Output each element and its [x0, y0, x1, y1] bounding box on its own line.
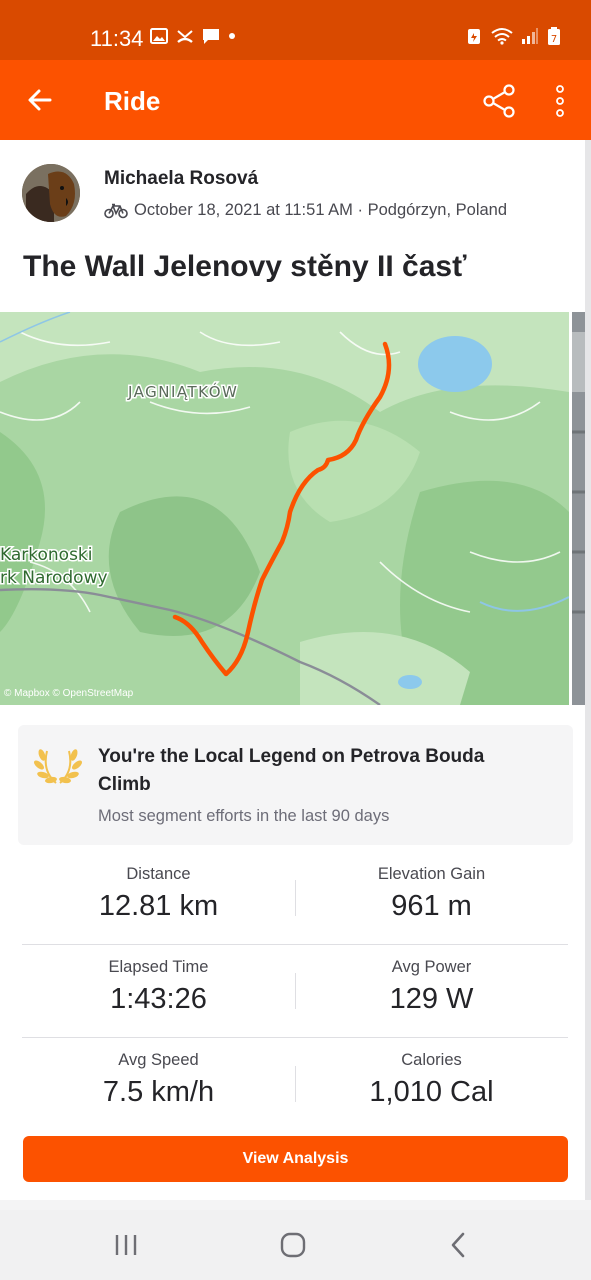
status-icons-right: 7 [465, 27, 561, 45]
stat-avg-speed: Avg Speed 7.5 km/h [22, 1038, 295, 1131]
activity-card: Michaela Rosová October 18, 2021 at 11:5… [0, 140, 591, 1200]
stat-label: Avg Speed [118, 1051, 199, 1069]
avatar-photo [22, 164, 80, 222]
dot-icon [229, 33, 235, 39]
app-bar: Ride [0, 60, 591, 140]
home-button[interactable] [273, 1228, 313, 1262]
map-label-village: JAGNIĄTKÓW [127, 382, 238, 401]
recents-icon [115, 1235, 137, 1255]
stat-row: Distance 12.81 km Elevation Gain 961 m [22, 852, 568, 945]
battery-icon: 7 [548, 27, 560, 45]
system-nav-bar [0, 1210, 591, 1280]
stat-value: 12.81 km [98, 890, 219, 922]
status-bar: 11:34 7 [0, 0, 591, 60]
activity-meta: October 18, 2021 at 11:51 AM · Podgórzyn… [104, 201, 507, 220]
stats-grid: Distance 12.81 km Elevation Gain 961 m E… [22, 852, 568, 1131]
share-button[interactable] [478, 80, 520, 122]
laurel-icon [34, 749, 82, 784]
nav-back-button[interactable] [438, 1228, 478, 1262]
stat-label: Distance [126, 865, 191, 883]
stat-row: Elapsed Time 1:43:26 Avg Power 129 W [22, 945, 568, 1038]
stat-avg-power: Avg Power 129 W [295, 945, 568, 1038]
recents-button[interactable] [106, 1228, 146, 1262]
stat-value: 1:43:26 [110, 983, 207, 1015]
map-attribution: © Mapbox © OpenStreetMap [4, 688, 134, 699]
stat-elapsed-time: Elapsed Time 1:43:26 [22, 945, 295, 1038]
activity-detail[interactable]: Michaela Rosová October 18, 2021 at 11:5… [0, 140, 591, 1210]
status-icons-left [150, 27, 236, 45]
map-graphic: JAGNIĄTKÓW Karkonoski rk Narodowy [0, 312, 569, 705]
activity-title: The Wall Jelenovy stěny II časť [23, 250, 467, 283]
more-options-button[interactable] [544, 80, 576, 122]
stat-label: Elapsed Time [108, 958, 209, 976]
page-title: Ride [104, 86, 161, 116]
missed-call-icon [177, 30, 193, 43]
battery-saver-icon [468, 29, 480, 44]
arrow-left-icon [28, 89, 52, 111]
home-icon [280, 1232, 306, 1258]
status-time: 11:34 [90, 26, 144, 51]
stat-label: Elevation Gain [377, 865, 486, 883]
wifi-icon [491, 28, 513, 45]
svg-text:7: 7 [551, 34, 557, 45]
stat-elevation-gain: Elevation Gain 961 m [295, 852, 568, 945]
scrollbar [585, 140, 591, 1200]
local-legend-banner[interactable]: You're the Local Legend on Petrova Bouda… [18, 725, 573, 845]
route-map[interactable]: JAGNIĄTKÓW Karkonoski rk Narodowy © Mapb… [0, 312, 569, 705]
local-legend-title: You're the Local Legend on Petrova Bouda… [98, 746, 485, 795]
stat-calories: Calories 1,010 Cal [295, 1038, 568, 1131]
local-legend-subtitle: Most segment efforts in the last 90 days [98, 807, 390, 825]
date-location: October 18, 2021 at 11:51 AM · Podgórzyn… [134, 201, 508, 219]
athlete-name[interactable]: Michaela Rosová [104, 168, 258, 190]
image-icon [150, 28, 168, 44]
stat-row: Avg Speed 7.5 km/h Calories 1,010 Cal [22, 1038, 568, 1131]
share-icon [483, 84, 515, 118]
stat-value: 961 m [391, 890, 472, 922]
avatar[interactable] [22, 164, 80, 222]
view-analysis-button[interactable]: View Analysis [23, 1136, 568, 1182]
more-vertical-icon [556, 85, 564, 117]
bike-icon [104, 203, 128, 218]
signal-icon [522, 28, 538, 44]
map-label-park-1: Karkonoski [0, 545, 93, 565]
stat-value: 129 W [389, 983, 474, 1015]
back-button[interactable] [20, 80, 60, 120]
stat-label: Avg Power [391, 958, 472, 976]
stat-label: Calories [401, 1051, 462, 1069]
stat-value: 1,010 Cal [369, 1076, 494, 1108]
message-icon [203, 29, 219, 44]
nav-back-icon [451, 1232, 465, 1258]
stat-value: 7.5 km/h [102, 1076, 215, 1108]
map-label-park-2: rk Narodowy [0, 568, 108, 588]
stat-distance: Distance 12.81 km [22, 852, 295, 945]
